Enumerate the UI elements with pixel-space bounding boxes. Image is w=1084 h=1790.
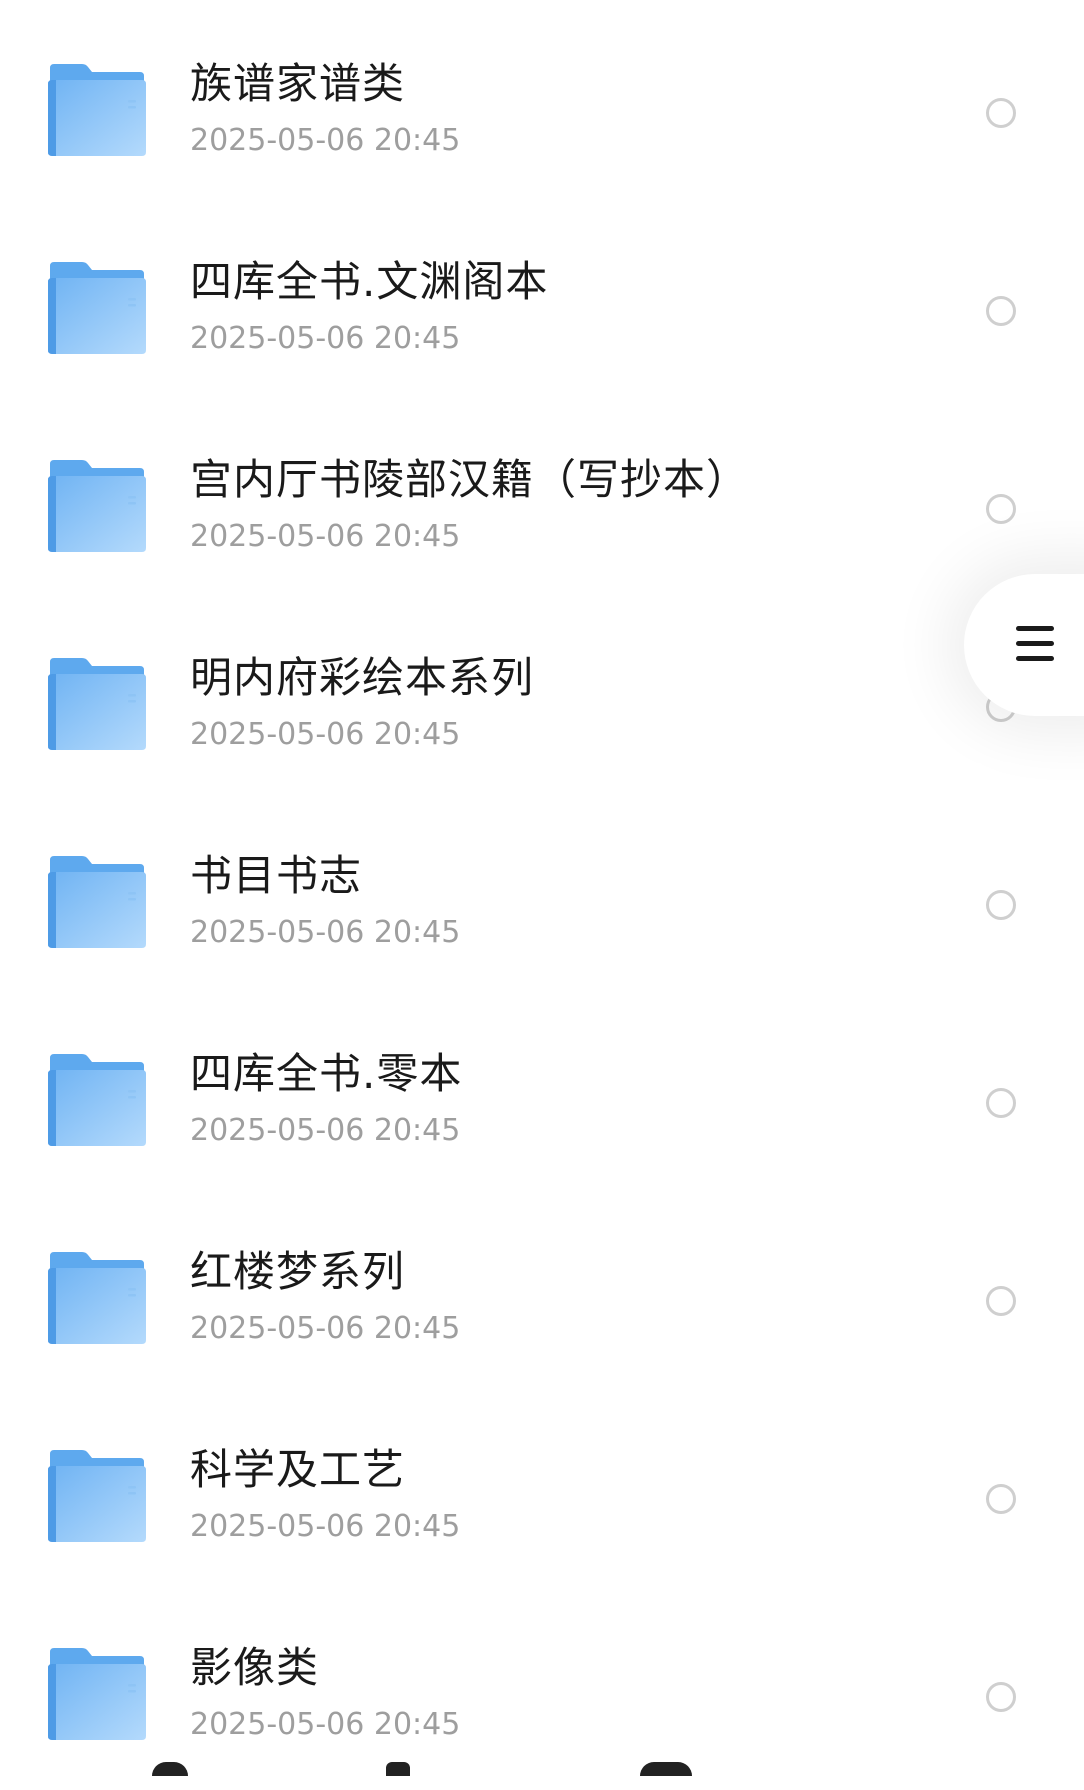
select-radio[interactable] xyxy=(986,1286,1016,1316)
file-name: 红楼梦系列 xyxy=(190,1247,406,1296)
file-list: 族谱家谱类 2025-05-06 20:45 四库全书.文渊阁本 2025-05… xyxy=(0,0,1084,1774)
folder-icon xyxy=(48,262,148,358)
list-item[interactable]: 红楼梦系列 2025-05-06 20:45 xyxy=(0,1196,1084,1394)
folder-icon xyxy=(48,64,148,160)
list-item[interactable]: 明内府彩绘本系列 2025-05-06 20:45 xyxy=(0,602,1084,800)
list-item[interactable]: 族谱家谱类 2025-05-06 20:45 xyxy=(0,8,1084,206)
folder-icon xyxy=(48,1252,148,1348)
file-date: 2025-05-06 20:45 xyxy=(190,1509,461,1544)
file-name: 族谱家谱类 xyxy=(190,59,406,108)
folder-icon xyxy=(48,1054,148,1150)
list-item[interactable]: 四库全书.零本 2025-05-06 20:45 xyxy=(0,998,1084,1196)
select-radio[interactable] xyxy=(986,890,1016,920)
list-item[interactable]: 科学及工艺 2025-05-06 20:45 xyxy=(0,1394,1084,1592)
select-radio[interactable] xyxy=(986,1088,1016,1118)
list-item[interactable]: 影像类 2025-05-06 20:45 xyxy=(0,1592,1084,1790)
file-name: 书目书志 xyxy=(190,851,363,900)
file-date: 2025-05-06 20:45 xyxy=(190,321,461,356)
select-radio[interactable] xyxy=(986,296,1016,326)
list-item[interactable]: 书目书志 2025-05-06 20:45 xyxy=(0,800,1084,998)
select-radio[interactable] xyxy=(986,1682,1016,1712)
file-date: 2025-05-06 20:45 xyxy=(190,1113,461,1148)
file-name: 影像类 xyxy=(190,1643,320,1692)
select-radio[interactable] xyxy=(986,494,1016,524)
list-item[interactable]: 四库全书.文渊阁本 2025-05-06 20:45 xyxy=(0,206,1084,404)
list-item[interactable]: 宫内厅书陵部汉籍（写抄本） 2025-05-06 20:45 xyxy=(0,404,1084,602)
folder-icon xyxy=(48,460,148,556)
file-date: 2025-05-06 20:45 xyxy=(190,519,461,554)
file-name: 宫内厅书陵部汉籍（写抄本） xyxy=(190,455,750,504)
file-name: 四库全书.文渊阁本 xyxy=(190,257,549,306)
folder-icon xyxy=(48,658,148,754)
select-radio[interactable] xyxy=(986,98,1016,128)
folder-icon xyxy=(48,1450,148,1546)
file-date: 2025-05-06 20:45 xyxy=(190,1311,461,1346)
folder-icon xyxy=(48,1648,148,1744)
file-date: 2025-05-06 20:45 xyxy=(190,1707,461,1742)
file-name: 四库全书.零本 xyxy=(190,1049,463,1098)
file-date: 2025-05-06 20:45 xyxy=(190,717,461,752)
folder-icon xyxy=(48,856,148,952)
file-date: 2025-05-06 20:45 xyxy=(190,123,461,158)
file-name: 科学及工艺 xyxy=(190,1445,406,1494)
menu-icon[interactable] xyxy=(1016,624,1054,664)
file-date: 2025-05-06 20:45 xyxy=(190,915,461,950)
select-radio[interactable] xyxy=(986,1484,1016,1514)
file-name: 明内府彩绘本系列 xyxy=(190,653,535,702)
